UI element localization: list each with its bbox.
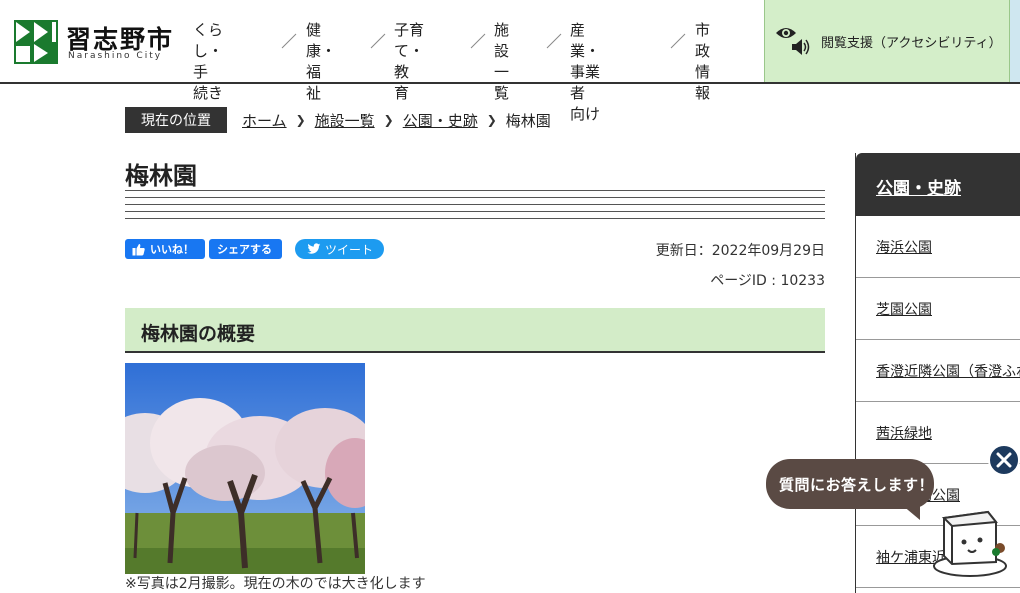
nav-label-line: 子育て・教 [394, 21, 425, 81]
twitter-bird-icon [307, 243, 321, 254]
nav-separator-icon [370, 33, 386, 49]
nav-label-line: 産業・事業者 [570, 21, 601, 102]
site-header: 習志野市 Narashino City くらし・手 続き 健康・福 祉 子育て・… [0, 0, 1020, 123]
sidebar-heading-box: 公園・史跡 [856, 153, 1020, 216]
sidebar-item-label: 茜浜緑地 [876, 426, 932, 442]
nav-separator-icon [546, 33, 562, 49]
nav-separator-icon [281, 33, 297, 49]
breadcrumb-link-parks[interactable]: 公園・史跡 [403, 110, 478, 131]
accessibility-button[interactable]: 閲覧支援（アクセシビリティ） [764, 0, 1010, 82]
accessibility-label: 閲覧支援（アクセシビリティ） [821, 36, 1002, 51]
nav-label-line: 市政情 [695, 21, 711, 81]
logo-mark-icon [14, 20, 58, 64]
sidebar-item-label: 芝園公園 [876, 302, 932, 318]
plum-garden-photo [125, 363, 365, 574]
chatbot-mascot-icon[interactable] [930, 504, 1010, 580]
facebook-share-label: シェアする [217, 243, 272, 256]
nav-item-business[interactable]: 産業・事業者 向け [570, 20, 600, 125]
nav-label-line: 祉 [306, 84, 322, 102]
nav-separator-icon [670, 33, 686, 49]
logo-subtext: Narashino City [68, 51, 163, 61]
breadcrumb-here-label: 現在の位置 [125, 107, 227, 133]
title-divider [125, 204, 825, 205]
breadcrumb-link-facilities[interactable]: 施設一覧 [315, 110, 375, 131]
page-id: ページID : 10233 [710, 273, 825, 289]
section-heading: 梅林園の概要 [141, 323, 256, 345]
nav-label-line: 施設一 [494, 21, 510, 81]
nav-label-line: くらし・手 [193, 21, 224, 81]
nav-item-childcare[interactable]: 子育て・教 育 [394, 20, 424, 104]
sidebar-heading-link[interactable]: 公園・史跡 [876, 174, 961, 199]
nav-label-line: 健康・福 [306, 21, 337, 81]
section-heading-box: 梅林園の概要 [125, 308, 825, 353]
sidebar-item[interactable]: 海浜公園 [856, 216, 1020, 278]
nav-label-line: 向け [570, 105, 601, 123]
plum-trees-image [125, 363, 365, 574]
nav-label-line: 続き [193, 84, 224, 102]
sidebar-item-label: 香澄近隣公園（香澄ふれあい [876, 364, 1020, 380]
speaker-icon [792, 39, 810, 55]
facebook-share-button[interactable]: シェアする [209, 239, 282, 259]
thumbs-up-icon [132, 243, 145, 255]
facebook-like-button[interactable]: いいね！ [125, 239, 205, 259]
title-divider [125, 190, 825, 191]
nav-label-line: 報 [695, 84, 711, 102]
nav-item-city-info[interactable]: 市政情 報 [695, 20, 710, 104]
nav-label-line: 育 [394, 84, 410, 102]
title-divider [125, 211, 825, 212]
facebook-like-label: いいね！ [150, 243, 194, 256]
chatbot-bubble-text: 質問にお答えします！ [779, 476, 935, 494]
site-logo[interactable]: 習志野市 Narashino City [14, 20, 174, 66]
sidebar-item[interactable]: 香澄近隣公園（香澄ふれあい [856, 340, 1020, 402]
sidebar-item-label: 海浜公園 [876, 240, 932, 256]
close-icon [996, 452, 1012, 468]
page-title: 梅林園 [125, 162, 197, 190]
breadcrumb: 現在の位置 ホーム ❯ 施設一覧 ❯ 公園・史跡 ❯ 梅林園 [125, 107, 551, 133]
chevron-right-icon: ❯ [295, 113, 306, 127]
chatbot-bubble-tail [896, 500, 920, 520]
breadcrumb-link-home[interactable]: ホーム [242, 110, 287, 131]
chevron-right-icon: ❯ [486, 113, 497, 127]
tweet-label: ツイート [325, 242, 374, 257]
nav-label-line: 覧 [494, 84, 510, 102]
nav-item-health[interactable]: 健康・福 祉 [306, 20, 336, 104]
photo-caption: ※写真は2月撮影。現在の木のでは大き化します [125, 576, 426, 592]
nav-separator-icon [470, 33, 486, 49]
chatbot-close-button[interactable] [988, 444, 1020, 476]
tweet-button[interactable]: ツイート [295, 239, 384, 259]
header-edge-button[interactable] [1010, 0, 1020, 82]
chevron-right-icon: ❯ [383, 113, 394, 127]
sidebar-item[interactable]: 芝園公園 [856, 278, 1020, 340]
title-divider [125, 197, 825, 198]
updated-date: 更新日：2022年09月29日 [655, 243, 825, 259]
nav-item-facilities[interactable]: 施設一 覧 [494, 20, 509, 104]
title-divider [125, 218, 825, 219]
breadcrumb-current: 梅林園 [505, 111, 551, 130]
nav-item-living[interactable]: くらし・手 続き [193, 20, 223, 104]
